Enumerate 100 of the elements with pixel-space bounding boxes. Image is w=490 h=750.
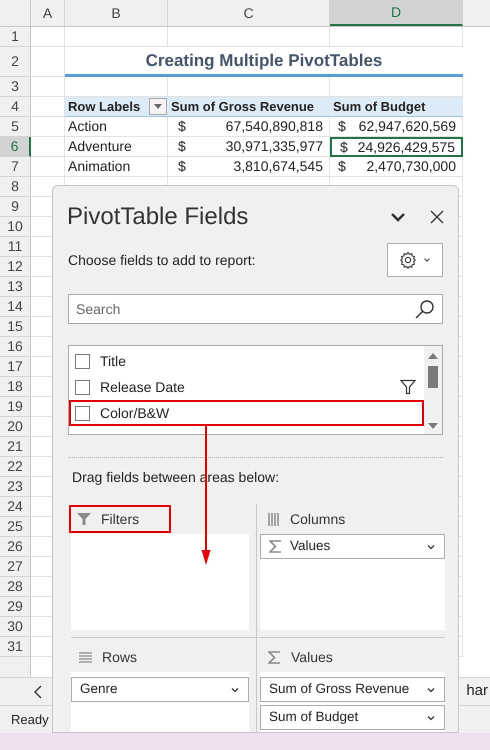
row-header[interactable]: 4 <box>0 97 31 117</box>
row-header[interactable]: 5 <box>0 117 31 137</box>
drop-area[interactable] <box>71 534 249 630</box>
row-header[interactable]: 18 <box>0 377 31 397</box>
sheet-cell[interactable] <box>65 27 168 47</box>
row-header[interactable]: 19 <box>0 397 31 417</box>
area-label: Values <box>291 648 333 666</box>
row-header[interactable]: 16 <box>0 337 31 357</box>
sigma-icon <box>268 650 281 664</box>
row-header[interactable]: 29 <box>0 597 31 617</box>
row-header[interactable]: 8 <box>0 177 31 197</box>
field-item[interactable]: Release Date <box>69 374 424 400</box>
column-header[interactable]: A <box>31 0 65 26</box>
sheet-tab[interactable]: har <box>466 680 490 703</box>
row-header[interactable]: 23 <box>0 477 31 497</box>
row-header[interactable]: 3 <box>0 77 31 97</box>
currency-sign: $ <box>338 157 346 176</box>
area-field-dropdown[interactable]: Values <box>260 534 445 559</box>
row-header[interactable]: 31 <box>0 637 31 657</box>
field-item[interactable]: Color/B&W <box>69 400 424 426</box>
row-header[interactable]: 26 <box>0 537 31 557</box>
filter-icon <box>77 512 91 526</box>
row-header[interactable] <box>0 657 31 677</box>
dropdown-label: Sum of Budget <box>269 708 358 726</box>
checkbox[interactable] <box>75 406 90 420</box>
currency-sign: $ <box>178 137 186 156</box>
currency-sign: $ <box>178 117 186 136</box>
filter-dropdown-button[interactable] <box>149 98 167 115</box>
sigma-icon <box>269 540 282 553</box>
table-header: Sum of Gross Revenue <box>171 98 314 114</box>
row-header[interactable]: 7 <box>0 157 31 177</box>
sheet-cell[interactable] <box>31 47 65 77</box>
sheet-cell[interactable] <box>31 157 65 177</box>
row-header[interactable]: 11 <box>0 237 31 257</box>
row-header[interactable]: 24 <box>0 497 31 517</box>
row-header[interactable]: 6 <box>0 137 31 157</box>
drop-area[interactable]: Genre <box>71 672 249 732</box>
column-header[interactable]: B <box>65 0 168 26</box>
table-cell-text: Action <box>68 117 107 136</box>
field-item[interactable]: Title <box>69 348 424 374</box>
row-header[interactable]: 22 <box>0 457 31 477</box>
area-label: Columns <box>290 510 346 528</box>
table-cell[interactable]: $ 62,947,620,569 <box>330 117 463 137</box>
dropdown-label: Values <box>290 537 330 556</box>
dropdown-label: Genre <box>80 680 118 698</box>
sheet-title: Creating Multiple PivotTables <box>146 50 382 72</box>
sheet-cell[interactable] <box>31 27 65 47</box>
field-label: Title <box>100 352 127 370</box>
row-header[interactable]: 1 <box>0 27 31 47</box>
row-header[interactable]: 2 <box>0 47 31 77</box>
selected-cell[interactable]: $ 24,926,429,575 <box>330 137 463 157</box>
row-header[interactable]: 21 <box>0 437 31 457</box>
row-header[interactable]: 13 <box>0 277 31 297</box>
search-input[interactable]: Search <box>76 298 376 320</box>
table-cell[interactable]: $ 2,470,730,000 <box>330 157 463 177</box>
dropdown-arrow-icon <box>154 104 162 109</box>
drop-area[interactable]: Values <box>260 534 445 630</box>
checkbox[interactable] <box>75 380 90 394</box>
area-field-dropdown[interactable]: Sum of Gross Revenue <box>260 677 445 702</box>
search-icon <box>415 299 435 319</box>
row-header[interactable]: 17 <box>0 357 31 377</box>
currency-sign: $ <box>178 157 186 176</box>
row-header[interactable]: 27 <box>0 557 31 577</box>
sheet-cell[interactable] <box>31 77 65 97</box>
settings-icon <box>399 251 417 269</box>
field-label: Release Date <box>100 378 186 396</box>
settings-button[interactable] <box>387 243 443 277</box>
instruction-text: Choose fields to add to report: <box>68 250 256 270</box>
row-header[interactable]: 28 <box>0 577 31 597</box>
row-header[interactable]: 10 <box>0 217 31 237</box>
table-cell-text: 67,540,890,818 <box>226 117 323 136</box>
sheet-cell[interactable] <box>31 117 65 137</box>
currency-sign: $ <box>340 138 348 156</box>
row-header[interactable]: 14 <box>0 297 31 317</box>
row-header[interactable]: 30 <box>0 617 31 637</box>
drop-area[interactable]: Sum of Gross Revenue Sum of Budget <box>260 672 445 732</box>
currency-sign: $ <box>338 117 346 136</box>
row-header[interactable]: 12 <box>0 257 31 277</box>
cell-value: 62,947,620,569 <box>358 117 456 136</box>
field-label: Color/B&W <box>100 404 170 422</box>
close-icon[interactable] <box>430 210 444 224</box>
area-field-dropdown[interactable]: Sum of Budget <box>260 705 445 730</box>
area-field-dropdown[interactable]: Genre <box>71 677 249 702</box>
search-field[interactable]: Search <box>68 294 443 324</box>
table-cell-text: 3,810,674,545 <box>233 157 323 176</box>
sheet-cell[interactable] <box>31 137 65 157</box>
table-cell-text: Adventure <box>68 137 132 156</box>
sheet-cell[interactable] <box>330 27 463 47</box>
row-header[interactable]: 25 <box>0 517 31 537</box>
area-label: Rows <box>102 648 138 666</box>
chevron-down-icon <box>423 256 431 264</box>
checkbox[interactable] <box>75 354 90 368</box>
row-header[interactable]: 15 <box>0 317 31 337</box>
scrollbar[interactable] <box>424 346 442 434</box>
sheet-cell[interactable] <box>168 27 330 47</box>
row-header[interactable]: 9 <box>0 197 31 217</box>
row-header[interactable]: 20 <box>0 417 31 437</box>
scroll-left-icon[interactable] <box>33 684 43 698</box>
column-header[interactable]: D <box>330 0 463 26</box>
columns-icon <box>268 512 280 526</box>
